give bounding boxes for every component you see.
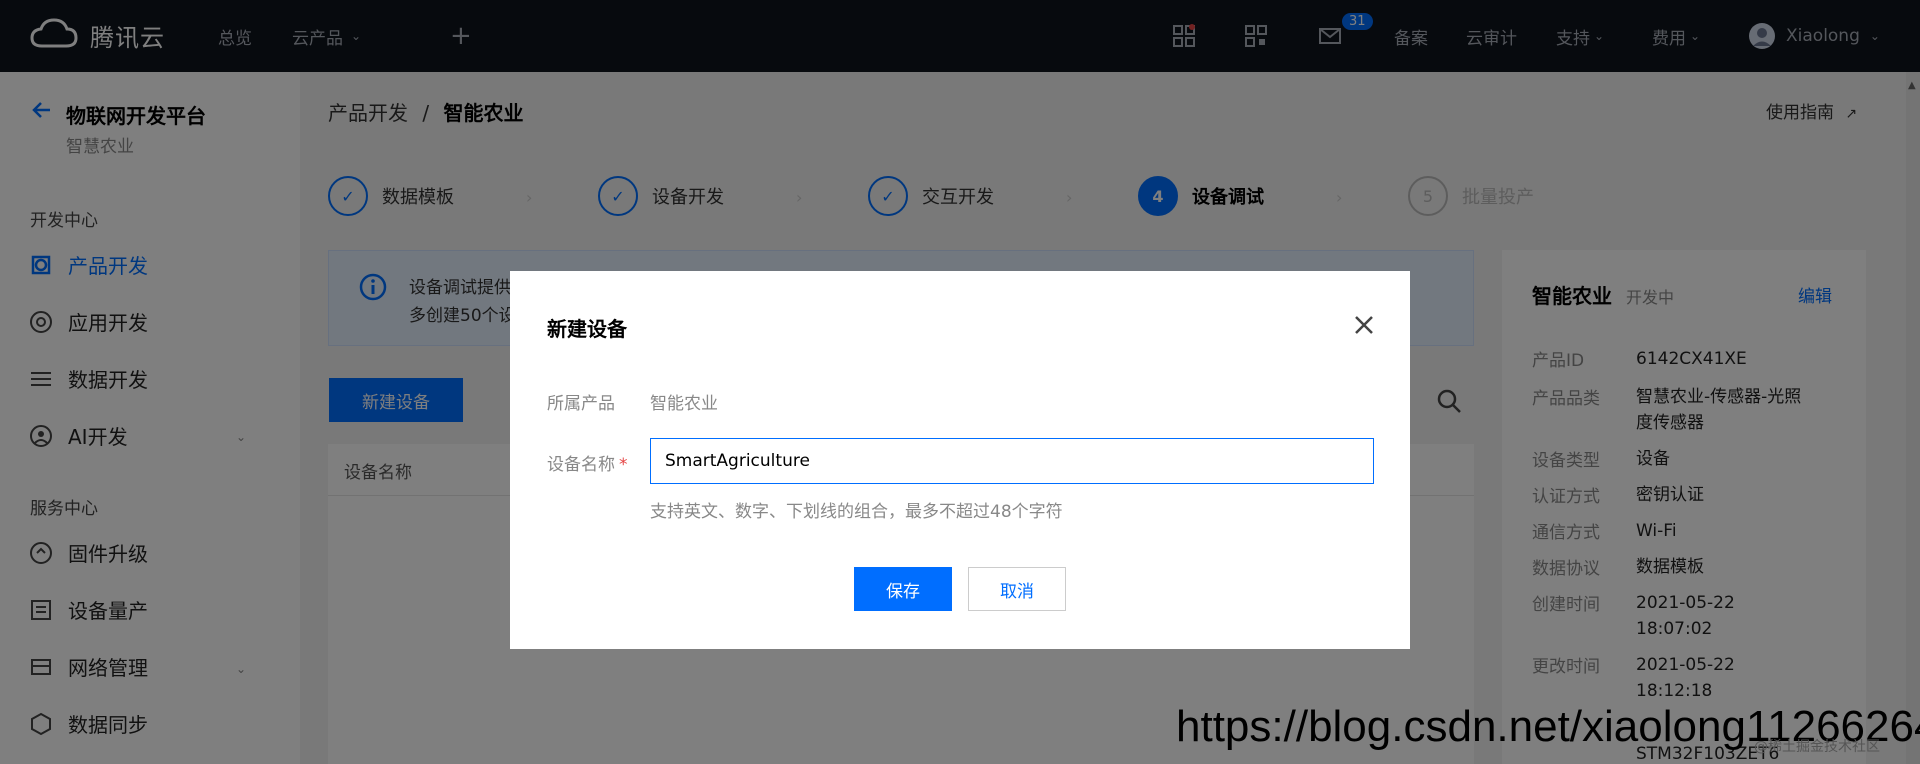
site-watermark: @稀土掘金技术社区 (1754, 739, 1880, 755)
product-value: 智能农业 (650, 394, 718, 414)
product-label: 所属产品 (547, 394, 615, 414)
save-button[interactable]: 保存 (854, 567, 952, 611)
device-name-label: 设备名称 * (547, 450, 628, 475)
device-name-input[interactable] (650, 438, 1374, 484)
device-name-hint: 支持英文、数字、下划线的组合，最多不超过48个字符 (650, 502, 1063, 522)
new-device-dialog: 新建设备 所属产品 智能农业 设备名称* 支持英文、数字、下划线的组合，最多不超… (510, 271, 1410, 649)
close-icon[interactable] (1352, 313, 1376, 337)
cancel-button[interactable]: 取消 (968, 567, 1066, 611)
dialog-title: 新建设备 (547, 317, 627, 341)
required-mark: * (619, 455, 628, 475)
device-name-label-text: 设备名称 (547, 455, 615, 475)
